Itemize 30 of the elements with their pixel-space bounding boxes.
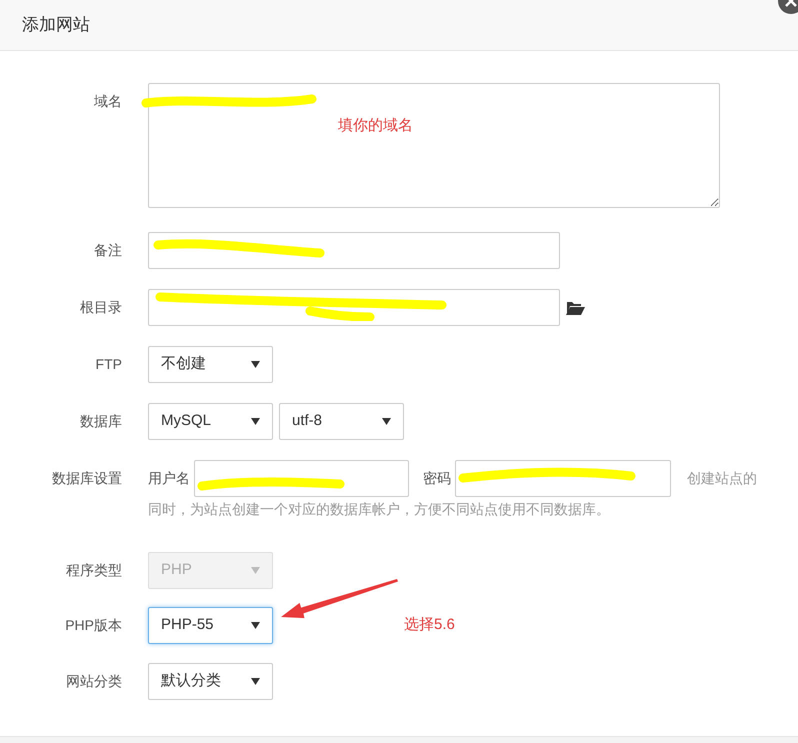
caret-icon: [251, 361, 260, 368]
field-label: 备注: [94, 241, 122, 260]
field-label: 根目录: [80, 298, 122, 317]
annotation-text: 填你的域名: [338, 116, 413, 136]
field-label: 用户名: [148, 469, 190, 488]
hint-text: 创建站点的: [687, 469, 757, 488]
field-label: 网站分类: [66, 672, 122, 691]
dropdown[interactable]: utf-8: [279, 403, 404, 440]
field-label: 域名: [94, 92, 122, 111]
dropdown[interactable]: MySQL: [148, 403, 273, 440]
field-label: 数据库设置: [52, 469, 122, 488]
field-label: 数据库: [80, 412, 122, 431]
remark-field[interactable]: [148, 232, 560, 269]
field-label: FTP: [96, 355, 122, 374]
dropdown[interactable]: 默认分类: [148, 663, 273, 700]
caret-icon: [251, 567, 260, 574]
domain-field[interactable]: [148, 83, 720, 208]
hint-text: 同时，为站点创建一个对应的数据库帐户，方便不同站点使用不同数据库。: [148, 501, 610, 517]
dialog-title: 添加网站: [22, 14, 90, 36]
caret-icon: [382, 418, 391, 425]
field-label: 密码: [423, 469, 451, 488]
folder-icon[interactable]: [566, 300, 585, 315]
annotation-text: 选择5.6: [404, 615, 455, 636]
caret-icon: [251, 678, 260, 685]
caret-icon: [251, 418, 260, 425]
field-label: PHP版本: [65, 616, 122, 635]
dropdown[interactable]: 不创建: [148, 346, 273, 383]
field-label: 程序类型: [66, 561, 122, 580]
dropdown[interactable]: PHP-55: [148, 607, 273, 644]
caret-icon: [251, 622, 260, 629]
